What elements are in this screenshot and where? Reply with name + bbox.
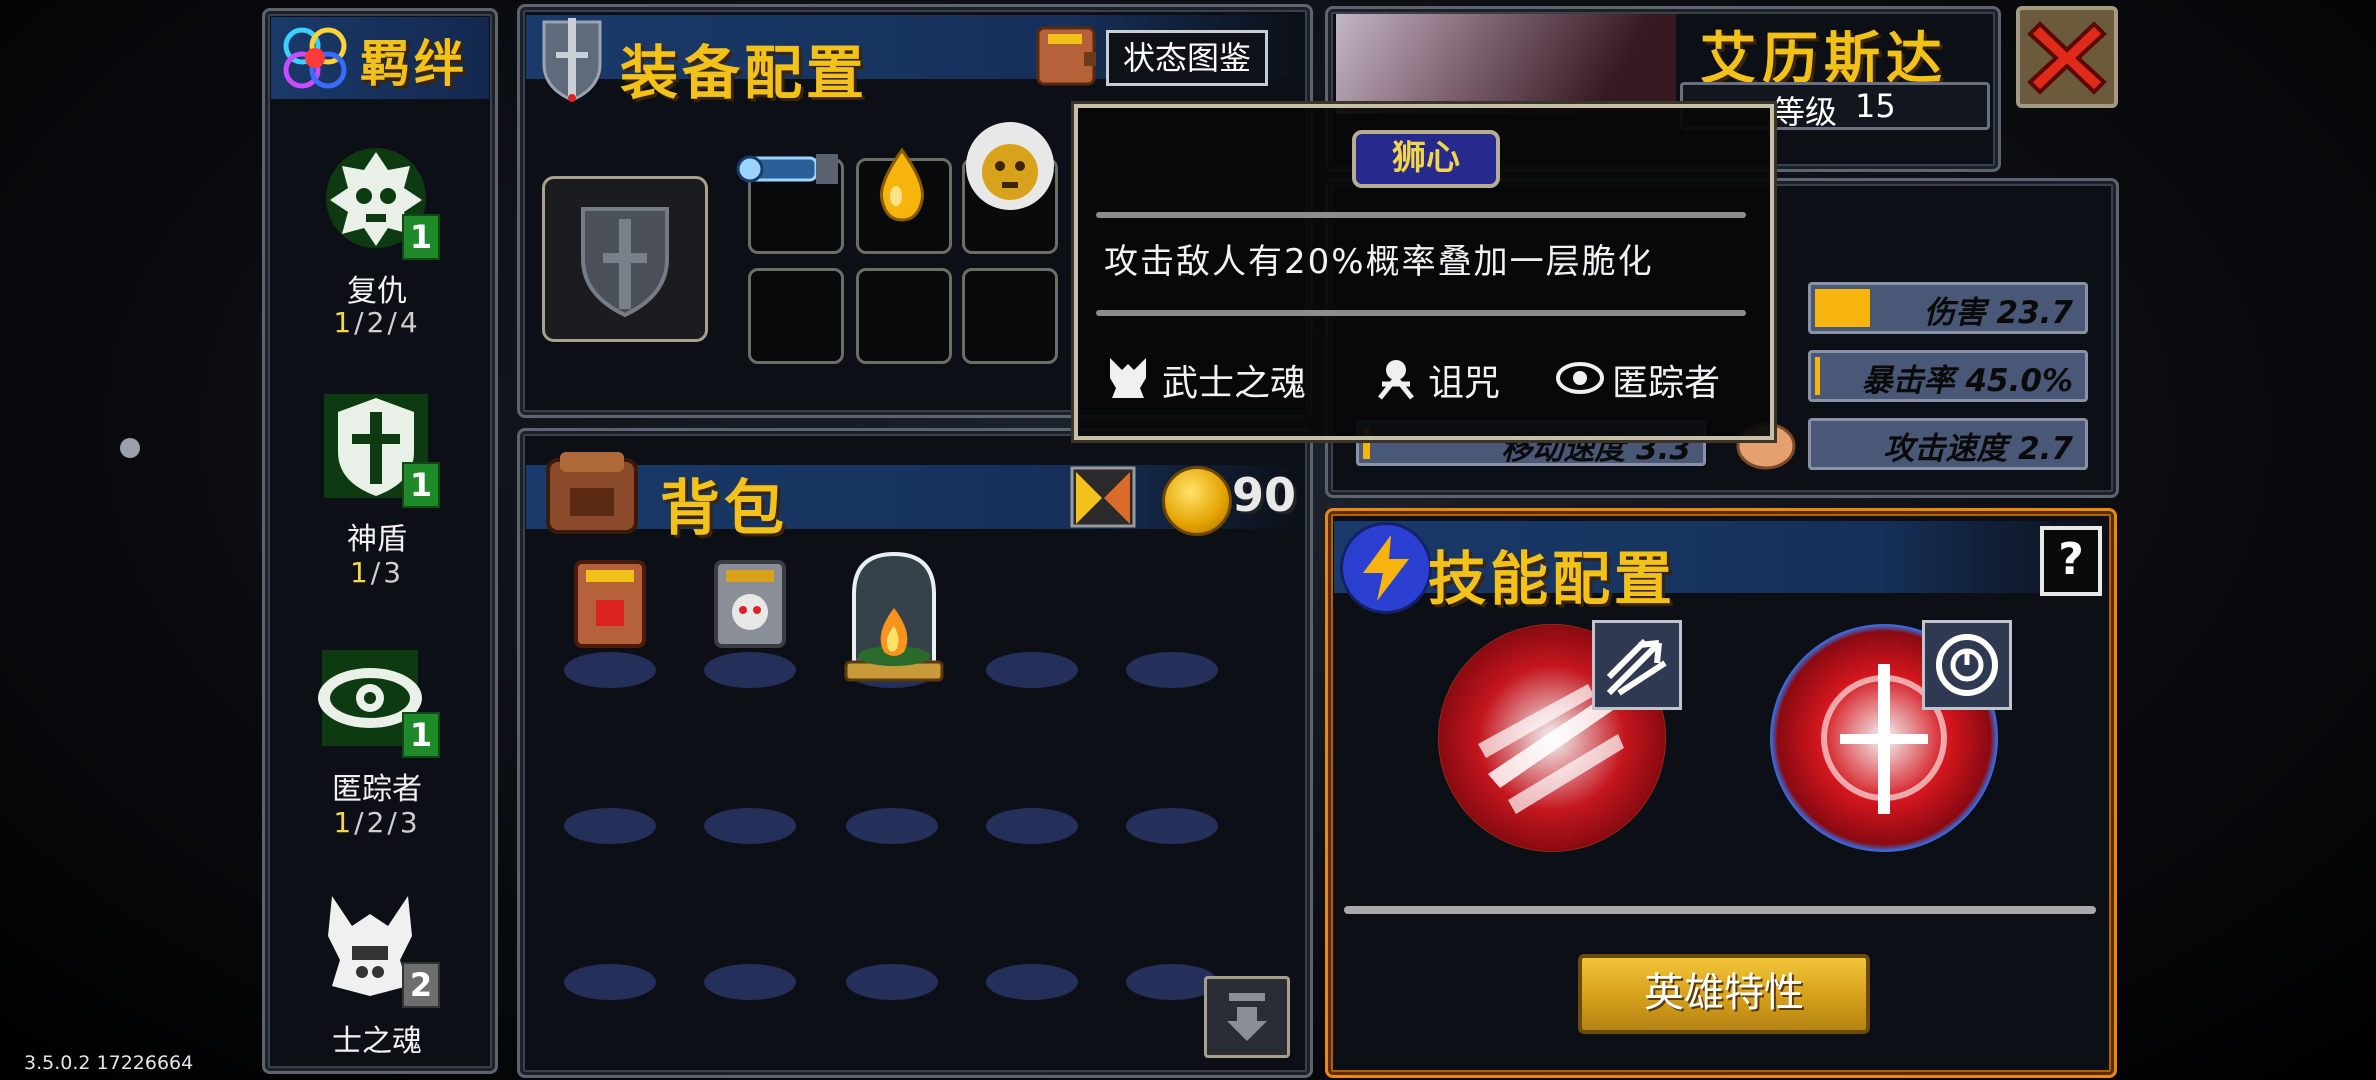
sort-icon[interactable]: [1068, 464, 1138, 530]
lionheart-icon[interactable]: [960, 116, 1060, 216]
bag-title: 背包: [660, 474, 788, 544]
synergy-name: 复仇: [347, 274, 407, 309]
stat-crit-text: 暴击率 45.0%: [1861, 363, 2073, 399]
tooltip-tag: 匿踪者: [1612, 363, 1721, 404]
stat-attack-speed-bar: 攻击速度 2.7: [1808, 418, 2088, 470]
synergy-title: 羁绊: [360, 35, 468, 93]
help-button[interactable]: ?: [2040, 526, 2102, 596]
synergy-level-badge: 1: [402, 214, 440, 260]
tooltip-divider: [1096, 212, 1746, 218]
bag-slot[interactable]: [704, 652, 796, 688]
skill-burst-arrows-icon: [1592, 620, 1682, 710]
stat-damage-text: 伤害 23.7: [1923, 295, 2073, 331]
stat-fill: [1815, 357, 1821, 395]
scroll-down-button[interactable]: [1204, 976, 1290, 1058]
equip-slot[interactable]: [856, 268, 952, 364]
bag-slot[interactable]: [846, 808, 938, 844]
book-icon: [1036, 26, 1096, 86]
tooltip-description: 攻击敌人有20%概率叠加一层脆化: [1104, 242, 1654, 282]
book-item-icon[interactable]: [570, 556, 650, 652]
stat-fill: [1815, 289, 1870, 327]
hero-portrait: [1336, 14, 1676, 114]
tooltip-divider: [1096, 310, 1746, 316]
golden-drop-icon[interactable]: [872, 144, 932, 224]
lightning-icon: [1340, 522, 1432, 614]
level-label: 等级: [1773, 93, 1838, 131]
synergy-rings-icon: [283, 27, 347, 89]
bag-slot[interactable]: [986, 808, 1078, 844]
hero-trait-button[interactable]: 英雄特性: [1578, 954, 1870, 1034]
bag-slot[interactable]: [704, 808, 796, 844]
synergy-progress: 1/3: [349, 556, 405, 589]
samurai-soul-icon: [1110, 358, 1146, 398]
gold-amount: 90: [1232, 468, 1297, 522]
synergy-name: 匿踪者: [332, 772, 422, 807]
status-codex-label: 状态图鉴: [1106, 30, 1268, 86]
weapon-slot[interactable]: [542, 176, 708, 342]
side-indicator-dot: [120, 438, 140, 458]
synergy-name: 士之魂: [332, 1024, 422, 1059]
status-codex-button[interactable]: 状态图鉴: [1034, 24, 1270, 88]
bag-slot[interactable]: [1126, 808, 1218, 844]
equip-slot[interactable]: [748, 268, 844, 364]
bag-slot[interactable]: [704, 964, 796, 1000]
synergy-level-badge: 1: [402, 462, 440, 508]
skill-divider: [1344, 906, 2096, 914]
equipment-title: 装备配置: [620, 39, 869, 107]
synergy-progress: 1/2/4: [333, 306, 421, 339]
stat-damage-bar: 伤害 23.7: [1808, 282, 2088, 334]
gold-coin-icon: [1162, 466, 1232, 536]
close-button[interactable]: [2016, 6, 2118, 108]
bag-slot[interactable]: [986, 652, 1078, 688]
bag-slot[interactable]: [564, 964, 656, 1000]
tooltip-item-name: 狮心: [1352, 130, 1500, 188]
stat-attack-speed-text: 攻击速度 2.7: [1883, 431, 2073, 467]
backpack-icon: [546, 452, 638, 534]
bag-slot[interactable]: [1126, 652, 1218, 688]
synergy-level-badge: 2: [402, 962, 440, 1008]
version-label: 3.5.0.2 17226664: [24, 1052, 194, 1074]
curse-icon: [1378, 360, 1414, 400]
synergy-level-badge: 1: [402, 712, 440, 758]
skull-book-icon[interactable]: [710, 556, 790, 652]
level-value: 15: [1855, 87, 1896, 125]
synergy-name: 神盾: [347, 522, 407, 557]
skill-title: 技能配置: [1428, 545, 1677, 613]
tooltip-tag: 诅咒: [1428, 363, 1501, 404]
skill-cooldown-icon: [1922, 620, 2012, 710]
spyglass-icon[interactable]: [736, 138, 846, 198]
stat-crit-bar: 暴击率 45.0%: [1808, 350, 2088, 402]
tooltip-tag: 武士之魂: [1162, 363, 1307, 404]
close-icon: [2027, 21, 2107, 95]
flame-bell-jar-icon[interactable]: [834, 544, 954, 690]
equip-slot[interactable]: [962, 268, 1058, 364]
bag-slot[interactable]: [564, 652, 656, 688]
bag-slot[interactable]: [846, 964, 938, 1000]
synergy-progress: 1/2/3: [333, 806, 421, 839]
bag-slot[interactable]: [564, 808, 656, 844]
shield-sword-icon: [581, 207, 669, 318]
sword-emblem-icon: [542, 18, 602, 102]
bag-slot[interactable]: [986, 964, 1078, 1000]
stalker-icon: [1556, 362, 1604, 394]
arrow-down-icon: [1227, 993, 1267, 1041]
